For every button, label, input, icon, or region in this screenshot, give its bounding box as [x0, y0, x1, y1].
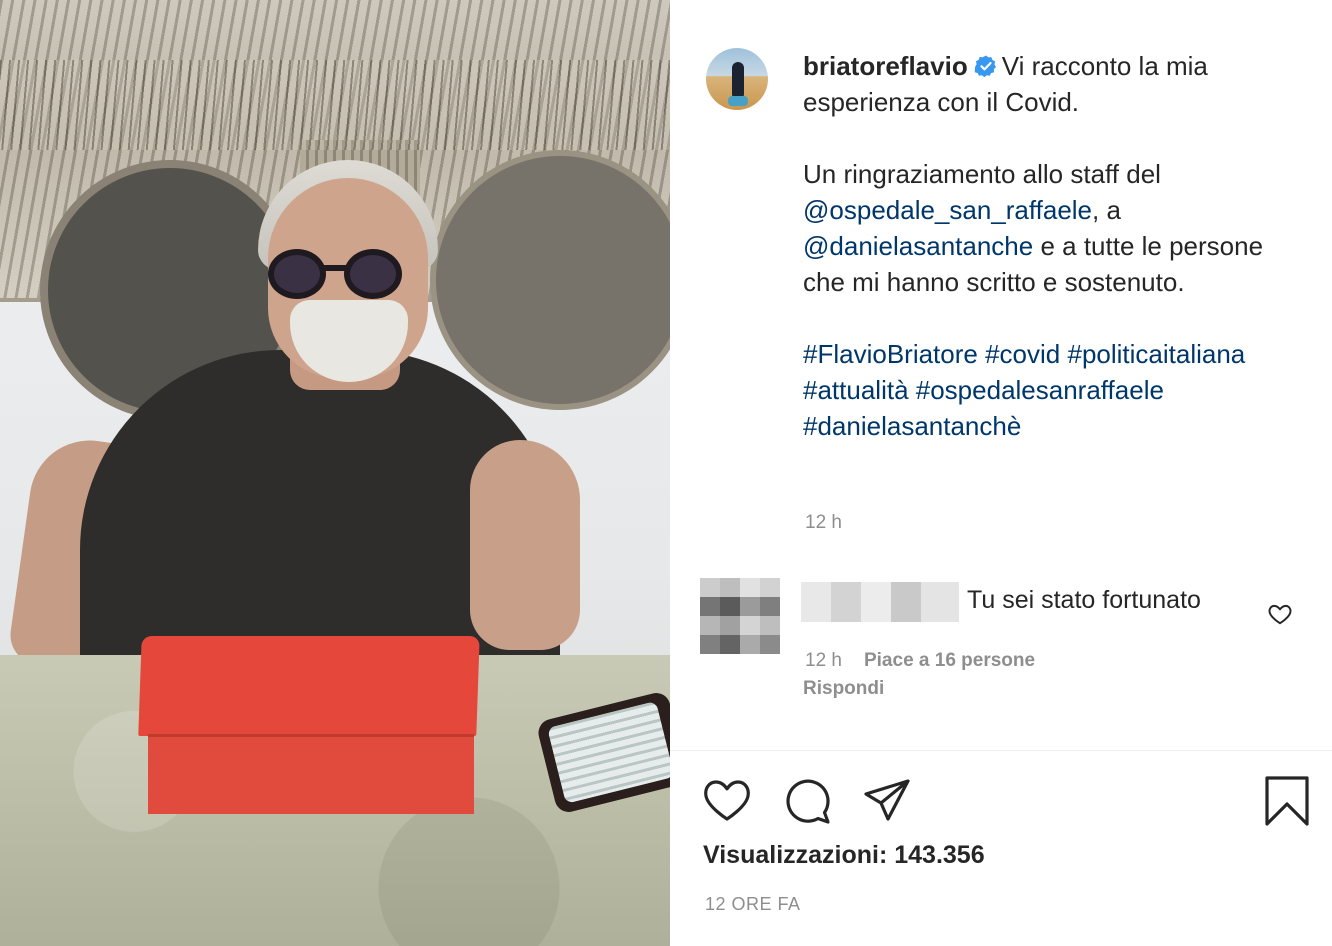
post-caption: briatoreflavio Vi racconto la mia esperie… [803, 48, 1303, 444]
comment-text: Tu sei stato fortunato [967, 586, 1201, 614]
verified-badge-icon [974, 55, 996, 78]
hashtag[interactable]: #politicaitaliana [1067, 339, 1245, 369]
comment-timestamp[interactable]: 12 h [805, 650, 842, 671]
comment-bubble-icon[interactable] [782, 776, 832, 826]
sunglasses [262, 245, 412, 305]
author-username[interactable]: briatoreflavio [803, 51, 968, 81]
view-count: Visualizzazioni: 143.356 [703, 841, 985, 869]
hashtag[interactable]: #attualità [803, 375, 909, 405]
author-avatar[interactable] [706, 48, 768, 110]
commenter-username-blurred[interactable] [801, 582, 959, 622]
hashtag-list: #FlavioBriatore #covid #politicaitaliana… [803, 336, 1303, 444]
hashtag[interactable]: #ospedalesanraffaele [916, 375, 1164, 405]
reply-button[interactable]: Rispondi [803, 678, 884, 700]
commenter-avatar-blurred[interactable] [700, 578, 780, 654]
caption-thanks: Un ringraziamento allo staff del [803, 159, 1161, 189]
person-arm [470, 440, 580, 650]
caption-timestamp[interactable]: 12 h [805, 512, 842, 534]
red-tablet-cover [148, 734, 474, 814]
hashtag[interactable]: #covid [985, 339, 1060, 369]
mention-ospedale[interactable]: @ospedale_san_raffaele [803, 195, 1092, 225]
paper-plane-icon[interactable] [862, 776, 912, 826]
comment-like-heart-icon[interactable] [1267, 601, 1293, 627]
hashtag[interactable]: #FlavioBriatore [803, 339, 978, 369]
post-video[interactable] [0, 0, 670, 946]
heart-icon[interactable] [702, 776, 752, 826]
post-side-panel: briatoreflavio Vi racconto la mia esperie… [670, 0, 1332, 946]
red-tablet [138, 636, 480, 736]
comment-likes[interactable]: Piace a 16 persone [864, 650, 1035, 671]
post-date[interactable]: 12 ORE FA [705, 894, 801, 915]
divider [670, 750, 1332, 751]
comment-meta: 12 h Piace a 16 persone [805, 650, 1035, 672]
caption-text: , a [1092, 195, 1121, 225]
bookmark-icon[interactable] [1262, 776, 1312, 826]
hashtag[interactable]: #danielasantanchè [803, 411, 1021, 441]
mention-daniela[interactable]: @danielasantanche [803, 231, 1033, 261]
